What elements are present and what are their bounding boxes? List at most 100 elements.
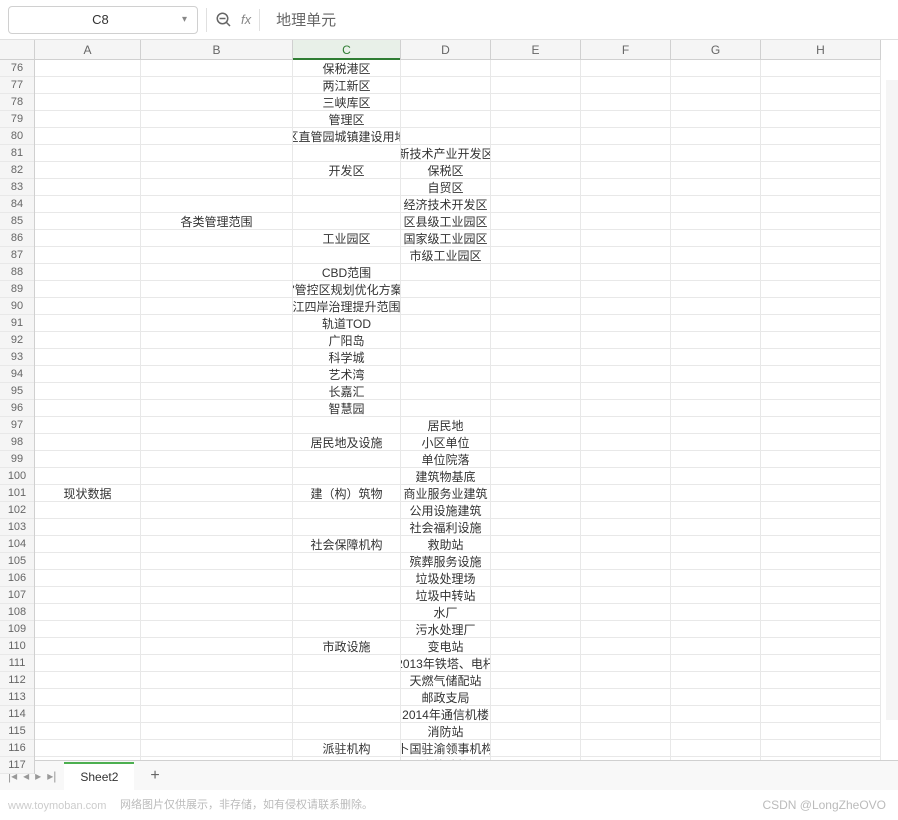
cell-D95[interactable]: [401, 383, 491, 400]
cell-A101[interactable]: 现状数据: [35, 485, 141, 502]
row-header-111[interactable]: 111: [0, 655, 34, 672]
row-header-105[interactable]: 105: [0, 553, 34, 570]
cell-D111[interactable]: 2013年铁塔、电杆: [401, 655, 491, 672]
cell-H97[interactable]: [761, 417, 881, 434]
cell-F84[interactable]: [581, 196, 671, 213]
row-header-77[interactable]: 77: [0, 77, 34, 94]
cell-C101[interactable]: 建（构）筑物: [293, 485, 401, 502]
cell-E82[interactable]: [491, 162, 581, 179]
cell-G107[interactable]: [671, 587, 761, 604]
cell-A100[interactable]: [35, 468, 141, 485]
cell-D80[interactable]: [401, 128, 491, 145]
row-header-81[interactable]: 81: [0, 145, 34, 162]
cell-E114[interactable]: [491, 706, 581, 723]
cell-H83[interactable]: [761, 179, 881, 196]
cell-C94[interactable]: 艺术湾: [293, 366, 401, 383]
cell-A91[interactable]: [35, 315, 141, 332]
cell-D100[interactable]: 建筑物基底: [401, 468, 491, 485]
cell-A86[interactable]: [35, 230, 141, 247]
cell-E109[interactable]: [491, 621, 581, 638]
cell-A94[interactable]: [35, 366, 141, 383]
cell-B105[interactable]: [141, 553, 293, 570]
cell-C108[interactable]: [293, 604, 401, 621]
cell-G96[interactable]: [671, 400, 761, 417]
cell-G115[interactable]: [671, 723, 761, 740]
cell-H86[interactable]: [761, 230, 881, 247]
cell-B116[interactable]: [141, 740, 293, 757]
cell-H90[interactable]: [761, 298, 881, 315]
cell-H104[interactable]: [761, 536, 881, 553]
cell-E100[interactable]: [491, 468, 581, 485]
cell-G95[interactable]: [671, 383, 761, 400]
cell-A92[interactable]: [35, 332, 141, 349]
cell-B101[interactable]: [141, 485, 293, 502]
cell-F91[interactable]: [581, 315, 671, 332]
cell-A77[interactable]: [35, 77, 141, 94]
cell-C116[interactable]: 派驻机构: [293, 740, 401, 757]
cell-D105[interactable]: 殡葬服务设施: [401, 553, 491, 570]
cell-B97[interactable]: [141, 417, 293, 434]
vertical-scrollbar[interactable]: [886, 80, 898, 720]
cell-F86[interactable]: [581, 230, 671, 247]
cell-F102[interactable]: [581, 502, 671, 519]
cell-D96[interactable]: [401, 400, 491, 417]
cell-G113[interactable]: [671, 689, 761, 706]
cell-B114[interactable]: [141, 706, 293, 723]
cell-E87[interactable]: [491, 247, 581, 264]
cell-D98[interactable]: 小区单位: [401, 434, 491, 451]
cell-B96[interactable]: [141, 400, 293, 417]
cell-C113[interactable]: [293, 689, 401, 706]
cell-E110[interactable]: [491, 638, 581, 655]
cell-G99[interactable]: [671, 451, 761, 468]
cell-F89[interactable]: [581, 281, 671, 298]
cell-F92[interactable]: [581, 332, 671, 349]
cell-G110[interactable]: [671, 638, 761, 655]
cell-G77[interactable]: [671, 77, 761, 94]
cell-D115[interactable]: 消防站: [401, 723, 491, 740]
cell-D87[interactable]: 市级工业园区: [401, 247, 491, 264]
cell-A114[interactable]: [35, 706, 141, 723]
row-header-86[interactable]: 86: [0, 230, 34, 247]
cell-A109[interactable]: [35, 621, 141, 638]
cell-E94[interactable]: [491, 366, 581, 383]
row-header-108[interactable]: 108: [0, 604, 34, 621]
column-header-F[interactable]: F: [581, 40, 671, 59]
cell-F113[interactable]: [581, 689, 671, 706]
cell-H100[interactable]: [761, 468, 881, 485]
zoom-out-icon[interactable]: [215, 11, 233, 29]
cell-F96[interactable]: [581, 400, 671, 417]
cell-E115[interactable]: [491, 723, 581, 740]
cell-G97[interactable]: [671, 417, 761, 434]
cell-A89[interactable]: [35, 281, 141, 298]
cell-B108[interactable]: [141, 604, 293, 621]
cell-C95[interactable]: 长嘉汇: [293, 383, 401, 400]
cell-E97[interactable]: [491, 417, 581, 434]
cell-D85[interactable]: 区县级工业园区: [401, 213, 491, 230]
cell-H78[interactable]: [761, 94, 881, 111]
cell-G83[interactable]: [671, 179, 761, 196]
cell-F83[interactable]: [581, 179, 671, 196]
cell-F116[interactable]: [581, 740, 671, 757]
cell-H92[interactable]: [761, 332, 881, 349]
cell-D76[interactable]: [401, 60, 491, 77]
row-header-107[interactable]: 107: [0, 587, 34, 604]
cell-D109[interactable]: 污水处理厂: [401, 621, 491, 638]
row-header-85[interactable]: 85: [0, 213, 34, 230]
cell-D97[interactable]: 居民地: [401, 417, 491, 434]
row-header-113[interactable]: 113: [0, 689, 34, 706]
cell-G105[interactable]: [671, 553, 761, 570]
cell-A90[interactable]: [35, 298, 141, 315]
next-sheet-button[interactable]: ▸: [35, 769, 41, 783]
cell-D99[interactable]: 单位院落: [401, 451, 491, 468]
cell-F79[interactable]: [581, 111, 671, 128]
cell-F107[interactable]: [581, 587, 671, 604]
cell-F76[interactable]: [581, 60, 671, 77]
cell-H112[interactable]: [761, 672, 881, 689]
cell-G78[interactable]: [671, 94, 761, 111]
row-header-89[interactable]: 89: [0, 281, 34, 298]
cell-E99[interactable]: [491, 451, 581, 468]
cell-A105[interactable]: [35, 553, 141, 570]
row-header-80[interactable]: 80: [0, 128, 34, 145]
cell-B81[interactable]: [141, 145, 293, 162]
cell-E84[interactable]: [491, 196, 581, 213]
